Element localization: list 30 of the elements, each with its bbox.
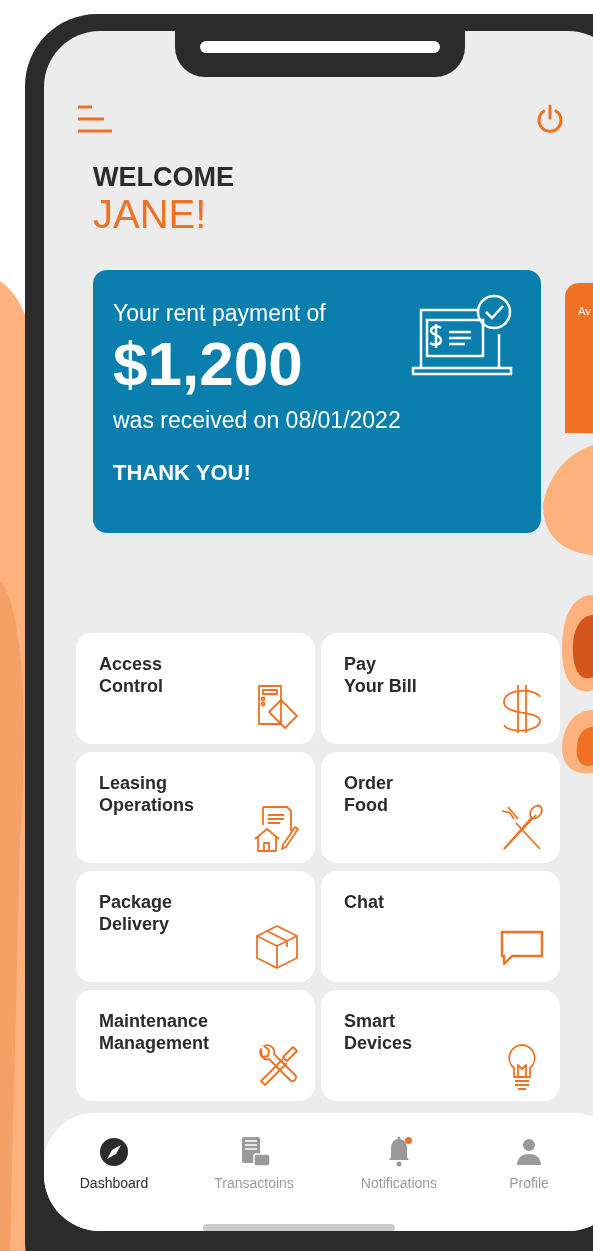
payment-intro: Your rent payment of [113, 300, 327, 327]
user-name: JANE! [93, 193, 208, 235]
payment-date-text: was received on 08/01/2022 [113, 407, 402, 435]
welcome-text: WELCOME [93, 162, 235, 193]
service-tile[interactable]: Chat [321, 871, 560, 982]
thank-you-text: THANK YOU! [113, 460, 252, 487]
laptop-payment-icon [411, 294, 513, 376]
tile-label: Pay Your Bill [344, 653, 417, 697]
tile-label: Maintenance Management [99, 1010, 210, 1054]
service-tile[interactable]: Maintenance Management [76, 990, 315, 1101]
service-tile[interactable]: Pay Your Bill [321, 633, 560, 744]
dashboard-tab[interactable]: Dashboard [49, 1135, 179, 1191]
service-tile[interactable]: Smart Devices [321, 990, 560, 1101]
tile-label: Access Control [99, 653, 163, 697]
tile-label: Leasing Operations [99, 772, 195, 816]
power-icon[interactable] [535, 104, 565, 134]
service-tile[interactable]: Order Food [321, 752, 560, 863]
tile-label: Chat [344, 891, 384, 913]
service-tile[interactable]: Access Control [76, 633, 315, 744]
service-tile[interactable]: Package Delivery [76, 871, 315, 982]
payment-amount: $1,200 [113, 328, 303, 400]
box-icon [253, 922, 301, 972]
tile-label: Order Food [344, 772, 394, 816]
menu-icon[interactable] [76, 104, 112, 134]
next-card-text: Av [578, 305, 591, 317]
tile-label: Package Delivery [99, 891, 173, 935]
service-tile[interactable]: Leasing Operations [76, 752, 315, 863]
house-document-icon [253, 803, 301, 853]
compass-icon [97, 1135, 131, 1169]
tile-label: Smart Devices [344, 1010, 413, 1054]
